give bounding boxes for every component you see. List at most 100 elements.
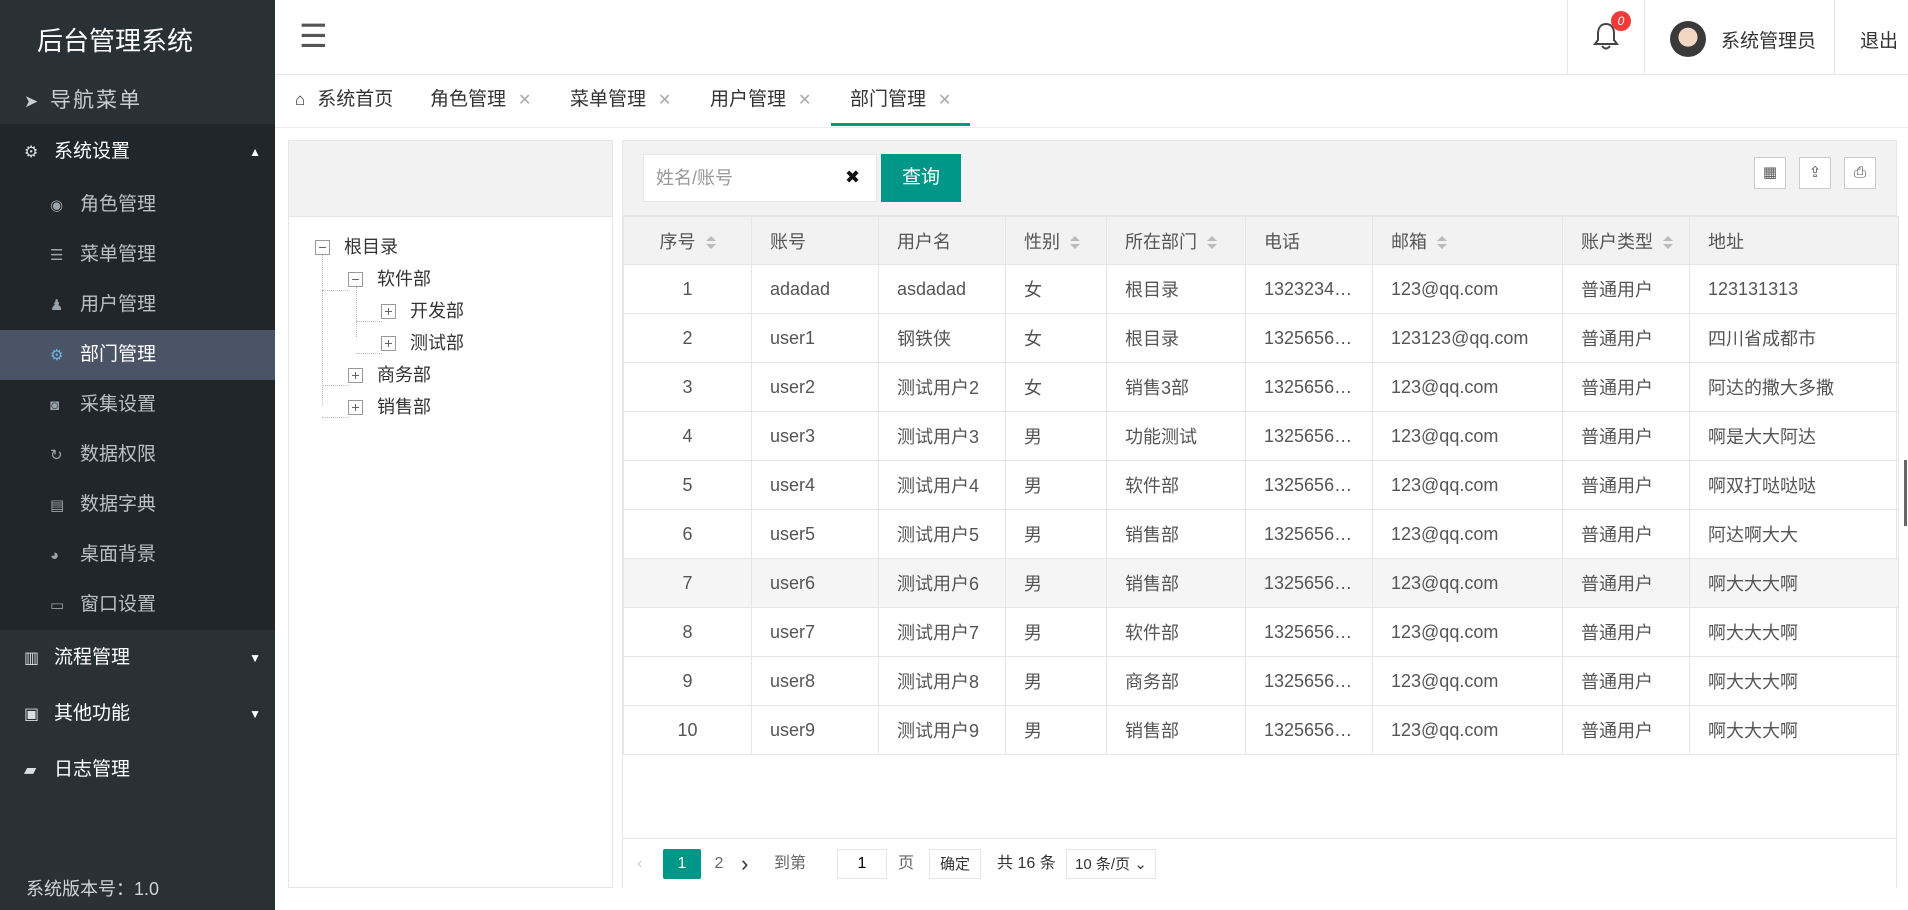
cell-gender: 男 <box>1005 607 1107 657</box>
table-row[interactable]: 1 adadad asdadad 女根目录 1323234… 123@qq.com 普通用户… <box>623 264 1899 314</box>
tab-menus[interactable]: 菜单管理 ✕ <box>570 76 671 126</box>
table-row[interactable]: 3 user2 测试用户2 女销售3部 1325656… 123@qq.com 普通用户 阿达… <box>623 362 1899 412</box>
sidebar-group-other[interactable]: ▣ 其他功能 ▼ <box>0 686 275 742</box>
table-row[interactable]: 5 user4 测试用户4 男软件部 1325656… 123@qq.com 普通用户 啊双打… <box>623 460 1899 510</box>
cell-account-type: 普通用户 <box>1562 313 1690 363</box>
sort-icon[interactable] <box>1070 235 1080 250</box>
briefcase-icon: ▣ <box>24 706 40 723</box>
column-header-email[interactable]: 邮箱 <box>1372 216 1563 265</box>
menu-toggle-icon[interactable]: ☰ <box>299 16 328 56</box>
column-header-department[interactable]: 所在部门 <box>1106 216 1246 265</box>
cell-account: user9 <box>751 705 879 755</box>
tree-node-label: 软件部 <box>377 269 431 289</box>
cell-email: 123123@qq.com <box>1372 313 1563 363</box>
sidebar-group-logs[interactable]: ▰ 日志管理 <box>0 742 275 798</box>
table-row[interactable]: 10 user9 测试用户9 男销售部 1325656… 123@qq.com 普通用户 啊大… <box>623 705 1899 755</box>
cell-account-type: 普通用户 <box>1562 509 1690 559</box>
cell-account-type: 普通用户 <box>1562 411 1690 461</box>
tree-panel-header <box>289 141 612 217</box>
table-row[interactable]: 4 user3 测试用户3 男功能测试 1325656… 123@qq.com 普通用户 啊是… <box>623 411 1899 461</box>
tree-node-root[interactable]: 根目录 <box>315 235 398 259</box>
search-input[interactable] <box>643 154 877 202</box>
sort-icon[interactable] <box>705 235 716 250</box>
cell-phone: 1325656… <box>1245 607 1373 657</box>
tree-node-business[interactable]: 商务部 <box>348 363 431 387</box>
cell-account-type: 普通用户 <box>1562 705 1690 755</box>
tab-departments[interactable]: 部门管理 ✕ <box>831 76 971 126</box>
table-row[interactable]: 2 user1 钢铁侠女根目录 1325656… 123123@qq.com 普通用户 四川… <box>623 313 1899 363</box>
tree-node-test[interactable]: 测试部 <box>381 331 464 355</box>
sidebar-group-system-settings[interactable]: ⚙ 系统设置 ▲ <box>0 124 275 180</box>
collapse-icon[interactable] <box>315 240 330 255</box>
collapse-icon[interactable] <box>348 272 363 287</box>
close-icon[interactable]: ✕ <box>658 92 671 109</box>
sidebar-item-desktop-bg[interactable]: ◕ 桌面背景 <box>0 530 275 580</box>
sidebar-item-departments[interactable]: ⚙ 部门管理 <box>0 330 275 380</box>
tree-node-dev[interactable]: 开发部 <box>381 299 464 323</box>
cell-username: 测试用户6 <box>878 558 1006 608</box>
cell-username: 测试用户8 <box>878 656 1006 706</box>
sidebar: 后台管理系统 ➤ 导航菜单 ⚙ 系统设置 ▲ ◉ 角色管理 ☰ 菜单管理 ♟ 用户管理 ⚙… <box>0 0 275 910</box>
goto-confirm-button[interactable]: 确定 <box>929 849 982 879</box>
expand-icon[interactable] <box>348 400 363 415</box>
user-menu[interactable]: 系统管理员 <box>1645 0 1835 75</box>
per-page-select[interactable]: 10 条/页 ⌄ <box>1066 849 1156 879</box>
sidebar-item-users[interactable]: ♟ 用户管理 <box>0 280 275 330</box>
sort-icon[interactable] <box>1207 235 1217 250</box>
gear-icon: ⚙ <box>24 144 39 161</box>
tab-users[interactable]: 用户管理 ✕ <box>710 76 811 126</box>
goto-page-input[interactable] <box>837 849 887 879</box>
close-icon[interactable]: ✕ <box>798 92 811 109</box>
next-page-icon[interactable]: › <box>741 849 761 879</box>
sidebar-item-label: 数据字典 <box>80 494 157 515</box>
table-row[interactable]: 7 user6 测试用户6 男销售部 1325656… 123@qq.com 普通用户 啊大大… <box>623 558 1899 608</box>
close-icon[interactable]: ✕ <box>938 92 951 109</box>
page-button-2[interactable]: 2 <box>700 849 738 879</box>
sidebar-item-window[interactable]: ▭ 窗口设置 <box>0 580 275 630</box>
cell-address: 123131313 <box>1689 264 1899 314</box>
palette-icon: ◕ <box>50 547 60 564</box>
sidebar-item-data-permission[interactable]: ↻ 数据权限 <box>0 430 275 480</box>
close-icon[interactable]: ✕ <box>518 92 531 109</box>
prev-page-icon[interactable]: ‹ <box>637 849 657 879</box>
tab-roles[interactable]: 角色管理 ✕ <box>430 76 531 126</box>
column-header-username: 用户名 <box>878 216 1006 265</box>
cell-address: 阿达的撒大多撒 <box>1689 362 1899 412</box>
table-row[interactable]: 9 user8 测试用户8 男商务部 1325656… 123@qq.com 普通用户 啊大大… <box>623 656 1899 706</box>
table-row[interactable]: 8 user7 测试用户7 男软件部 1325656… 123@qq.com 普通用户 啊大大… <box>623 607 1899 657</box>
cell-index: 4 <box>623 411 752 461</box>
column-label: 邮箱 <box>1391 231 1427 252</box>
tree-node-software[interactable]: 软件部 <box>348 267 431 291</box>
expand-icon[interactable] <box>381 304 396 319</box>
logout-link[interactable]: 退出 <box>1860 26 1898 53</box>
column-header-gender[interactable]: 性别 <box>1005 216 1107 265</box>
sidebar-item-collection[interactable]: ◙ 采集设置 <box>0 380 275 430</box>
scrollbar-thumb[interactable] <box>1904 460 1907 526</box>
query-button[interactable]: 查询 <box>881 154 961 202</box>
sort-icon[interactable] <box>1437 235 1447 250</box>
sidebar-item-roles[interactable]: ◉ 角色管理 <box>0 180 275 230</box>
column-header-index[interactable]: 序号 <box>623 216 752 265</box>
tab-home[interactable]: ⌂ 系统首页 <box>295 76 393 126</box>
column-header-address: 地址 <box>1689 216 1899 265</box>
table-row[interactable]: 6 user5 测试用户5 男销售部 1325656… 123@qq.com 普通用户 阿达啊… <box>623 509 1899 559</box>
sidebar-item-menus[interactable]: ☰ 菜单管理 <box>0 230 275 280</box>
cell-gender: 男 <box>1005 411 1107 461</box>
sort-icon[interactable] <box>1663 235 1673 250</box>
print-icon[interactable]: ⎙ <box>1844 157 1876 189</box>
sidebar-group-workflow[interactable]: ▥ 流程管理 ▼ <box>0 630 275 686</box>
page-button-1[interactable]: 1 <box>663 849 701 879</box>
expand-icon[interactable] <box>348 368 363 383</box>
tree-node-sales[interactable]: 销售部 <box>348 395 431 419</box>
clear-icon[interactable]: ✖ <box>845 167 860 188</box>
tab-bar: ⌂ 系统首页 角色管理 ✕ 菜单管理 ✕ 用户管理 ✕ 部门管理 ✕ <box>275 76 1908 128</box>
columns-filter-icon[interactable]: ▦ <box>1754 157 1786 189</box>
column-header-account-type[interactable]: 账户类型 <box>1562 216 1690 265</box>
cell-address: 啊大大大啊 <box>1689 558 1899 608</box>
sidebar-item-dictionary[interactable]: ▤ 数据字典 <box>0 480 275 530</box>
expand-icon[interactable] <box>381 336 396 351</box>
cell-phone: 1325656… <box>1245 460 1373 510</box>
notification-button[interactable]: 0 <box>1567 0 1645 75</box>
export-icon[interactable]: ⇪ <box>1799 157 1831 189</box>
version-label: 系统版本号：1.0 <box>26 879 160 899</box>
